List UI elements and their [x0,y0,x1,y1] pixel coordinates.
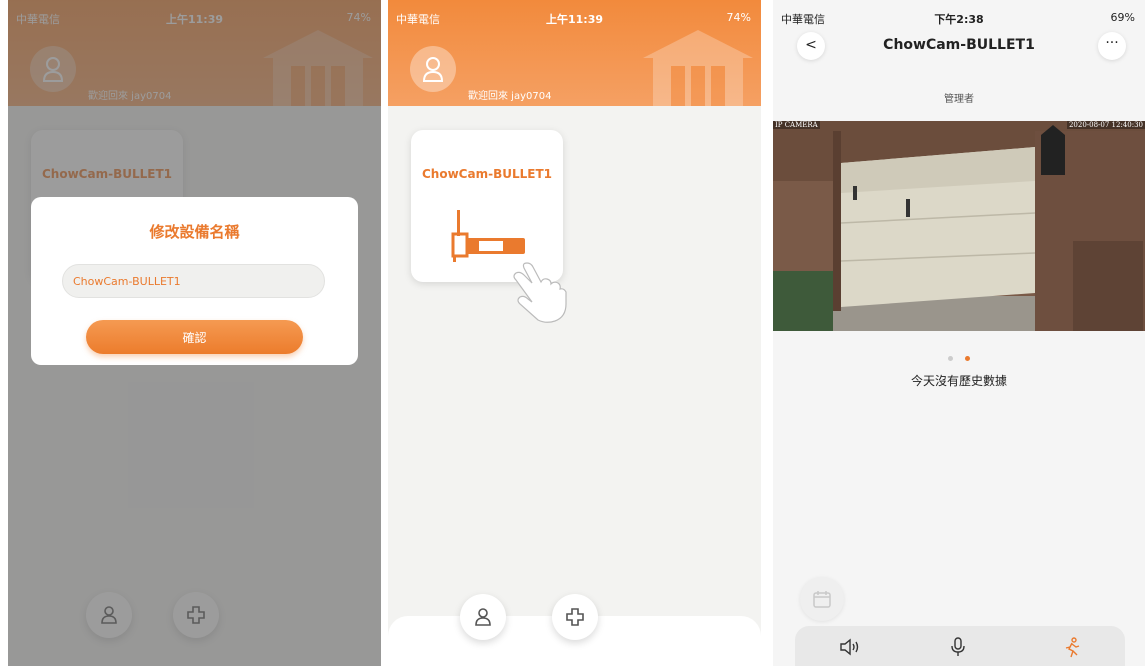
rename-dialog: 修改設備名稱 確認 [31,197,358,365]
control-bar [795,626,1125,666]
motion-icon[interactable] [1062,637,1082,659]
calendar-icon [813,591,831,608]
hand-pointer-icon [513,262,567,323]
user-icon [422,57,444,82]
phone-detail-screen: 中華電信 下午2:38 69% < ChowCam-BULLET1 ··· 管理… [773,0,1145,666]
timestamp: 2020-08-07 12:40:30 [1066,121,1145,129]
profile-button[interactable] [460,594,506,640]
battery: 74% [726,11,751,24]
carousel-dots [773,346,1145,365]
calendar-button[interactable] [800,577,844,621]
screenshot-collage: 歡迎回來 jay0704 中華電信 上午11:39 74% ChowCam-BU… [0,0,1145,666]
welcome-text: 歡迎回來 jay0704 [468,91,552,102]
dialog-title: 修改設備名稱 [149,223,240,241]
battery: 69% [1110,11,1135,24]
garage-door-image [773,121,1145,331]
confirm-button[interactable]: 確認 [86,320,303,354]
device-name-input[interactable] [62,264,325,298]
avatar[interactable] [410,46,456,92]
camera-label: IP CAMERA [773,121,820,129]
carousel-dot[interactable] [948,356,954,361]
nav-bar: < ChowCam-BULLET1 ··· [773,32,1145,62]
status-bar: 中華電信 下午2:38 69% [773,0,1145,34]
device-name: ChowCam-BULLET1 [422,167,552,181]
phone-rename-screen: 歡迎回來 jay0704 中華電信 上午11:39 74% ChowCam-BU… [8,0,381,666]
live-video[interactable]: IP CAMERA 2020-08-07 12:40:30 [773,121,1145,331]
add-device-icon [566,608,584,626]
page-title: ChowCam-BULLET1 [883,37,1035,53]
more-button[interactable]: ··· [1098,32,1126,60]
phone-home-screen: 歡迎回來 jay0704 中華電信 上午11:39 74% ChowCam-BU… [388,0,761,666]
clock: 上午11:39 [545,13,603,26]
device-card[interactable]: ChowCam-BULLET1 [411,130,563,282]
speaker-icon[interactable] [839,637,861,657]
user-icon [475,608,491,626]
no-history-message: 今天沒有歷史數據 [910,374,1007,388]
add-device-button[interactable] [552,594,598,640]
house-icon [643,30,753,106]
microphone-icon[interactable] [950,637,966,657]
role-label: 管理者 [944,94,974,105]
carousel-dot-active[interactable] [964,356,970,361]
status-bar: 中華電信 上午11:39 74% [388,0,761,34]
clock: 下午2:38 [934,13,984,26]
camera-icon [451,210,525,262]
